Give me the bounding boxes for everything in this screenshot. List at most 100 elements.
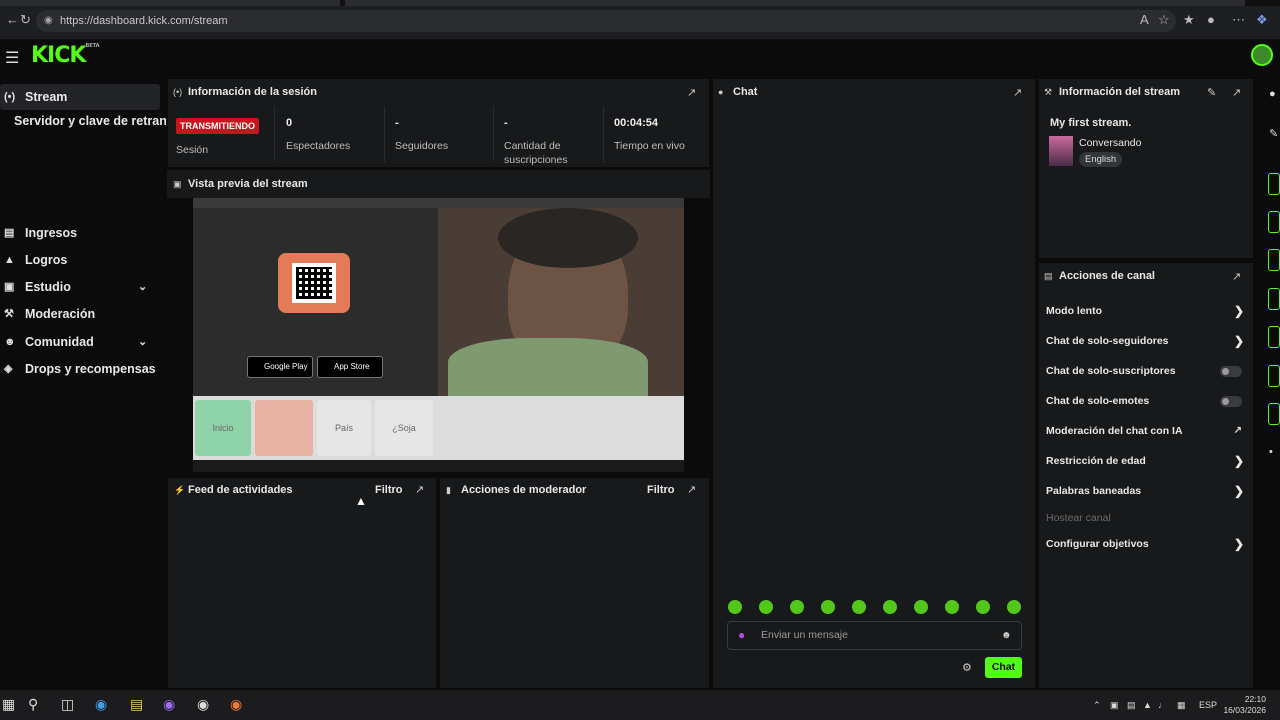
channel-action-row[interactable]: Modo lento ❯ <box>1046 300 1250 322</box>
volume-icon[interactable]: ♩ <box>1158 700 1167 710</box>
emote-icon[interactable] <box>852 600 866 614</box>
chat-settings-icon[interactable]: ⚙ <box>962 661 972 674</box>
pen-icon[interactable]: ✎ <box>1269 127 1278 140</box>
sidebar-item-moderacion[interactable]: ⚒ Moderación <box>0 301 160 327</box>
folder-icon[interactable]: ▤ <box>130 696 143 713</box>
rail-button[interactable] <box>1268 288 1280 310</box>
emote-icon[interactable] <box>728 600 742 614</box>
stream-category[interactable]: Conversando <box>1079 137 1141 149</box>
activity-filter-button[interactable]: Filtro <box>375 484 403 496</box>
preview-browser-bar <box>193 198 684 208</box>
preview-title: Vista previa del stream <box>188 178 308 190</box>
connect-icon[interactable]: • <box>1269 446 1273 458</box>
firefox-icon[interactable]: ◉ <box>230 696 242 713</box>
sidebar-item-label: Comunidad <box>25 335 94 349</box>
toggle-switch[interactable] <box>1220 396 1242 407</box>
chart-icon: ▤ <box>4 227 15 239</box>
preview-card: ¿Soja <box>375 400 433 456</box>
site-info-icon[interactable]: ◉ <box>44 10 53 32</box>
toggle-switch[interactable] <box>1220 366 1242 377</box>
emote-icon[interactable] <box>883 600 897 614</box>
emote-icon[interactable] <box>1007 600 1021 614</box>
app-icon[interactable]: ◉ <box>197 696 209 713</box>
sidebar-item-ingresos[interactable]: ▤ Ingresos <box>0 220 160 246</box>
sidebar-item-stream[interactable]: (•) Stream <box>0 84 160 110</box>
sidebar-item-logros[interactable]: ▲ Logros <box>0 247 160 273</box>
reload-icon[interactable]: ↻ <box>20 12 31 28</box>
emoji-icon[interactable]: ☻ <box>1001 622 1012 649</box>
obs-icon[interactable]: ◉ <box>163 696 175 713</box>
system-clock[interactable]: 22:10 16/03/2026 <box>1214 694 1266 716</box>
tray-icon[interactable]: ▤ <box>1127 700 1136 711</box>
start-icon[interactable]: ▦ <box>2 696 15 713</box>
camera-icon: ▣ <box>4 281 15 293</box>
popout-icon[interactable]: ↗ <box>687 86 696 99</box>
emote-icon[interactable] <box>821 600 835 614</box>
microphone-icon[interactable]: ● <box>738 622 745 649</box>
address-bar[interactable]: ◉ https://dashboard.kick.com/stream <box>36 10 1176 32</box>
emote-icon[interactable] <box>945 600 959 614</box>
popout-icon[interactable]: ↗ <box>687 483 696 496</box>
edge-icon[interactable]: ◉ <box>95 696 107 713</box>
popout-icon[interactable]: ↗ <box>415 483 424 496</box>
rail-button[interactable] <box>1268 403 1280 425</box>
kick-logo[interactable]: KICKBETA <box>31 43 100 68</box>
search-icon[interactable]: ⚲ <box>28 696 38 713</box>
chevron-right-icon: ❯ <box>1233 484 1244 498</box>
edit-pencil-icon[interactable]: ✎ <box>1207 86 1216 99</box>
channel-action-row[interactable]: Restricción de edad ❯ <box>1046 450 1250 472</box>
tray-icon[interactable]: ▣ <box>1110 700 1119 711</box>
channel-action-row[interactable]: Chat de solo-emotes <box>1046 390 1250 412</box>
browser-tab[interactable] <box>0 0 340 6</box>
popout-icon[interactable]: ↗ <box>1232 86 1241 99</box>
rail-button[interactable] <box>1268 249 1280 271</box>
tray-chevron-icon[interactable]: ⌃ <box>1093 700 1101 711</box>
session-title: Información de la sesión <box>188 86 317 98</box>
menu-icon[interactable]: ☰ <box>5 48 19 68</box>
chat-message-input[interactable]: ● Enviar un mensaje ☻ <box>727 621 1022 650</box>
user-avatar[interactable] <box>1251 44 1273 66</box>
popout-icon[interactable]: ↗ <box>1232 270 1241 283</box>
favorites-icon[interactable]: ★ <box>1183 12 1195 28</box>
chat-send-button[interactable]: Chat <box>985 657 1022 678</box>
webcam-shirt <box>448 338 648 398</box>
chat-placeholder: Enviar un mensaje <box>761 629 848 641</box>
stream-info-panel <box>1038 78 1254 259</box>
sidebar-item-drops[interactable]: ◈ Drops y recompensas <box>0 356 160 382</box>
emote-icon[interactable] <box>914 600 928 614</box>
sidebar-item-estudio[interactable]: ▣ Estudio ⌄ <box>0 274 160 300</box>
mod-filter-button[interactable]: Filtro <box>647 484 675 496</box>
more-menu-icon[interactable]: ⋯ <box>1232 12 1245 28</box>
rail-button[interactable] <box>1268 211 1280 233</box>
rail-button[interactable] <box>1268 326 1280 348</box>
channel-action-row[interactable]: Chat de solo-suscriptores <box>1046 360 1250 382</box>
network-icon[interactable]: ▲ <box>1143 700 1152 710</box>
stream-preview-video[interactable]: Google Play App Store Inicio País ¿Soja <box>193 198 684 472</box>
emote-icon[interactable] <box>976 600 990 614</box>
channel-action-row[interactable]: Configurar objetivos ❯ <box>1046 533 1250 555</box>
sidebar-subitem-server-key[interactable]: Servidor y clave de retransmisión <box>14 114 166 128</box>
favorite-star-icon[interactable]: ☆ <box>1158 12 1170 28</box>
popout-icon[interactable]: ↗ <box>1013 86 1022 99</box>
channel-action-row: Hostear canal <box>1046 507 1250 529</box>
live-time-value: 00:04:54 <box>614 117 659 129</box>
channel-action-row[interactable]: Palabras baneadas ❯ <box>1046 480 1250 502</box>
subs-label: Cantidad de suscripciones <box>504 140 568 166</box>
keyboard-icon[interactable]: ▦ <box>1177 700 1186 711</box>
profile-icon[interactable]: ● <box>1207 12 1215 27</box>
followers-value: - <box>395 117 399 129</box>
back-icon[interactable]: ← <box>6 12 19 27</box>
read-aloud-icon[interactable]: A <box>1140 12 1149 27</box>
copilot-icon[interactable]: ❖ <box>1256 12 1268 28</box>
task-view-icon[interactable]: ◫ <box>61 696 74 713</box>
channel-action-row[interactable]: Chat de solo-seguidores ❯ <box>1046 330 1250 352</box>
language-tag: English <box>1079 152 1123 167</box>
emote-icon[interactable] <box>790 600 804 614</box>
info-icon[interactable]: ● <box>1269 88 1276 100</box>
preview-card <box>255 400 313 456</box>
emote-icon[interactable] <box>759 600 773 614</box>
rail-button[interactable] <box>1268 365 1280 387</box>
rail-button[interactable] <box>1268 173 1280 195</box>
sidebar-item-comunidad[interactable]: ☻ Comunidad ⌄ <box>0 329 160 355</box>
channel-action-row[interactable]: Moderación del chat con IA ↗ <box>1046 420 1250 442</box>
